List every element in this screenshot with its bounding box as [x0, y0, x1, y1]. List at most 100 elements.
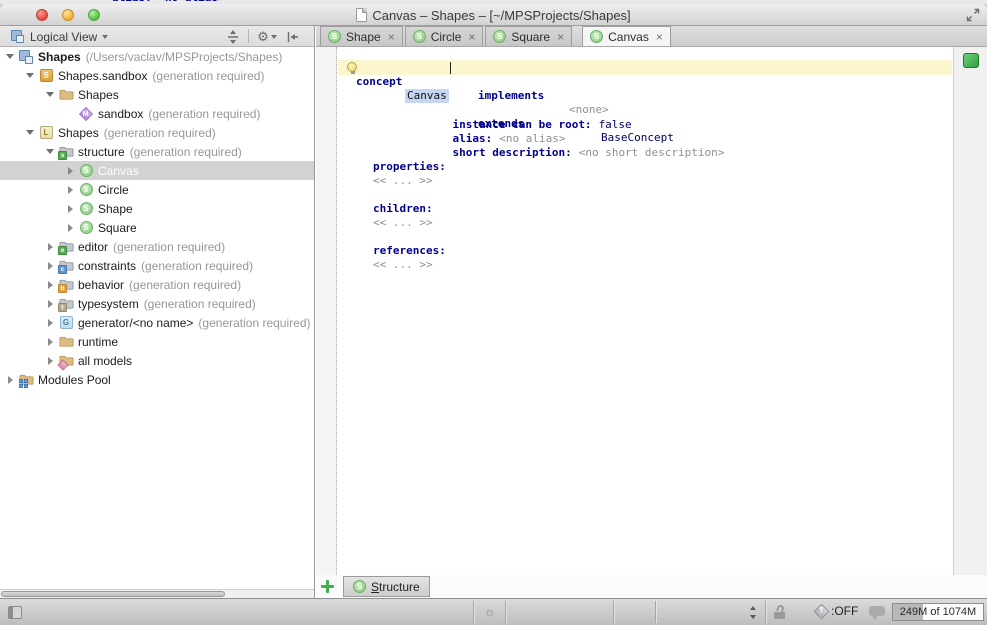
tree-row-circle[interactable]: S Circle: [0, 180, 314, 199]
tree-row-shapes-sandbox[interactable]: S Shapes.sandbox (generation required): [0, 66, 314, 85]
tree-row-modules-pool[interactable]: Modules Pool: [0, 370, 314, 389]
tree-item-label: constraints: [78, 259, 136, 273]
chevron-expanded-icon[interactable]: [24, 73, 36, 78]
chevron-collapsed-icon[interactable]: [4, 376, 16, 384]
chevron-collapsed-icon[interactable]: [44, 281, 56, 289]
autoscroll-to-source-button[interactable]: [224, 29, 242, 44]
tree-row-canvas-selected[interactable]: S Canvas: [0, 161, 314, 180]
tree-row-sandbox-model[interactable]: M sandbox (generation required): [0, 104, 314, 123]
tree-item-label: Shapes: [78, 88, 119, 102]
memory-text: 249M of 1074M: [893, 604, 983, 620]
chevron-expanded-icon[interactable]: [4, 54, 16, 59]
tree-item-annotation: (generation required): [152, 69, 264, 83]
concept-icon: S: [328, 30, 341, 43]
tree-item-label: Shape: [98, 202, 133, 216]
tree-row-generator[interactable]: G generator/<no name> (generation requir…: [0, 313, 314, 332]
chevron-collapsed-icon[interactable]: [44, 262, 56, 270]
chevron-collapsed-icon[interactable]: [44, 319, 56, 327]
chevron-collapsed-icon[interactable]: [64, 167, 76, 175]
titlebar[interactable]: Canvas – Shapes – [~/MPSProjects/Shapes]: [0, 4, 987, 26]
mnemonic-letter: S: [371, 580, 379, 594]
chevron-collapsed-icon[interactable]: [64, 205, 76, 213]
editor-tabstrip: S Shape × S Circle × S Square × S Canvas: [316, 26, 987, 47]
children-placeholder-cell[interactable]: << ... >>: [373, 216, 433, 230]
chevron-collapsed-icon[interactable]: [44, 357, 56, 365]
tree-item-label: Modules Pool: [38, 373, 111, 387]
tree-item-annotation: (generation required): [144, 297, 256, 311]
statusbar: ☼ T :OFF 249M of 1074M: [0, 598, 987, 625]
error-stripe[interactable]: [953, 47, 987, 575]
tree-row-square[interactable]: S Square: [0, 218, 314, 237]
tree-horizontal-scrollbar[interactable]: [0, 589, 314, 598]
chevron-collapsed-icon[interactable]: [44, 300, 56, 308]
short-description-value-cell[interactable]: <no short description>: [579, 146, 725, 159]
references-section-label: references:: [373, 244, 446, 258]
concept-icon: S: [78, 201, 94, 217]
close-tab-icon[interactable]: ×: [557, 30, 564, 44]
properties-placeholder-cell[interactable]: << ... >>: [373, 174, 433, 188]
concept-letter: S: [80, 183, 93, 196]
typesystem-toggle-widget[interactable]: T :OFF: [816, 604, 858, 618]
tree-item-label: Canvas: [98, 164, 139, 178]
message-bubble-icon[interactable]: [869, 606, 885, 616]
references-placeholder-cell[interactable]: << ... >>: [373, 258, 433, 272]
close-tab-icon[interactable]: ×: [468, 30, 475, 44]
tree-row-typesystem[interactable]: t typesystem (generation required): [0, 294, 314, 313]
typesystem-state-label: :OFF: [831, 604, 858, 618]
tree-item-label: Circle: [98, 183, 129, 197]
tree-item-label: Shapes: [58, 126, 99, 140]
folder-icon: [58, 334, 74, 350]
tab-square[interactable]: S Square ×: [485, 26, 572, 46]
concept-editor[interactable]: concept Canvas extends BaseConcept imple…: [338, 47, 952, 575]
close-tab-icon[interactable]: ×: [656, 30, 663, 44]
chevron-expanded-icon[interactable]: [24, 130, 36, 135]
tree-row-structure[interactable]: s structure (generation required): [0, 142, 314, 161]
root-value-cell[interactable]: false: [599, 118, 632, 131]
structure-badge-letter: s: [58, 151, 67, 160]
short-description-label: short description:: [452, 146, 571, 159]
tree-row-editor[interactable]: e editor (generation required): [0, 237, 314, 256]
project-tree: Shapes (/Users/vaclav/MPSProjects/Shapes…: [0, 47, 315, 598]
scrollbar-thumb[interactable]: [1, 591, 225, 597]
concept-icon: S: [78, 220, 94, 236]
tree-row-all-models[interactable]: all models: [0, 351, 314, 370]
concept-letter: S: [80, 221, 93, 234]
tree-row-behavior[interactable]: b behavior (generation required): [0, 275, 314, 294]
chevron-down-icon: [271, 35, 277, 39]
tree-row-shape[interactable]: S Shape: [0, 199, 314, 218]
tab-circle[interactable]: S Circle ×: [405, 26, 484, 46]
view-options-button[interactable]: ⚙: [258, 29, 276, 44]
chevron-collapsed-icon[interactable]: [64, 186, 76, 194]
tab-label: Canvas: [608, 30, 649, 44]
chevron-collapsed-icon[interactable]: [44, 338, 56, 346]
add-tab-button[interactable]: [320, 579, 334, 593]
tree-row-shapes-folder[interactable]: Shapes: [0, 85, 314, 104]
toolwindow-toggle-icon[interactable]: [8, 606, 22, 619]
background-task-spinner-icon: ☼: [484, 604, 496, 619]
tab-structure[interactable]: S Structure: [343, 576, 430, 597]
memory-indicator[interactable]: 249M of 1074M: [892, 603, 984, 621]
tree-row-constraints[interactable]: c constraints (generation required): [0, 256, 314, 275]
no-errors-indicator[interactable]: [963, 53, 979, 68]
autoscroll-icon: [226, 30, 240, 44]
chevron-expanded-icon[interactable]: [44, 92, 56, 97]
chevron-down-icon: [102, 35, 108, 39]
lock-unlocked-icon[interactable]: [774, 605, 787, 619]
chevron-collapsed-icon[interactable]: [64, 224, 76, 232]
concept-icon: S: [590, 30, 603, 43]
hide-toolwindow-button[interactable]: [284, 29, 302, 44]
tree-row-project-shapes[interactable]: Shapes (/Users/vaclav/MPSProjects/Shapes…: [0, 47, 314, 66]
chevron-collapsed-icon[interactable]: [44, 243, 56, 251]
chevron-expanded-icon[interactable]: [44, 149, 56, 154]
language-letter: L: [40, 126, 53, 139]
tree-row-runtime[interactable]: runtime: [0, 332, 314, 351]
concept-icon: S: [353, 580, 366, 593]
position-stepper-icon[interactable]: [748, 606, 758, 619]
close-tab-icon[interactable]: ×: [388, 30, 395, 44]
screen: alias: <no alias> Canvas – Shapes – [~/M…: [0, 0, 987, 625]
tab-canvas-active[interactable]: S Canvas ×: [582, 26, 671, 46]
tree-row-shapes-language[interactable]: L Shapes (generation required): [0, 123, 314, 142]
tab-shape[interactable]: S Shape ×: [320, 26, 403, 46]
view-selector-dropdown[interactable]: Logical View: [6, 27, 112, 46]
fullscreen-arrows-icon[interactable]: [965, 7, 981, 23]
